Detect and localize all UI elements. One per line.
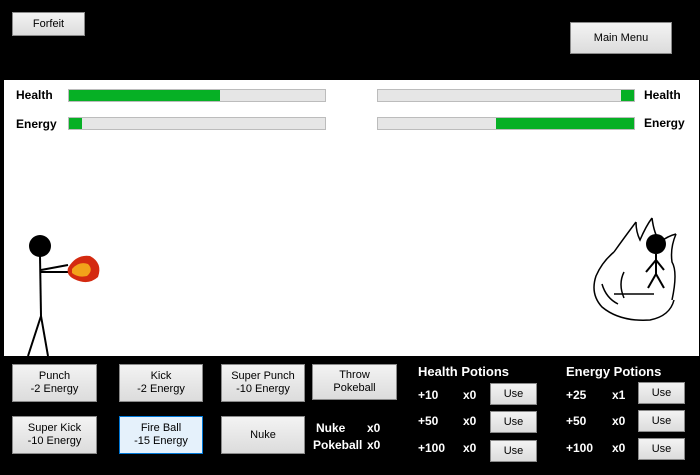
player-energy-bar <box>68 117 326 130</box>
energy-potion-count: x1 <box>612 388 626 402</box>
player-health-bar <box>68 89 326 102</box>
enemy-stick-figure <box>593 217 677 321</box>
health-potions-title: Health Potions <box>418 364 510 379</box>
energy-potion-use-button[interactable]: Use <box>638 382 685 404</box>
health-potion-count: x0 <box>463 414 477 428</box>
health-potion-amount: +100 <box>418 441 446 455</box>
health-potion-amount: +10 <box>418 388 439 402</box>
energy-potion-count: x0 <box>612 414 626 428</box>
health-potion-use-button[interactable]: Use <box>490 383 537 405</box>
energy-potion-amount: +50 <box>566 414 587 428</box>
punch-button[interactable]: Punch -2 Energy <box>12 364 97 402</box>
energy-potion-use-button[interactable]: Use <box>638 438 685 460</box>
player-stick-figure <box>27 235 100 356</box>
enemy-health-bar <box>377 89 635 102</box>
health-potion-count: x0 <box>463 441 477 455</box>
energy-potion-amount: +25 <box>566 388 587 402</box>
battle-arena: Health Energy Health Energy <box>4 80 699 356</box>
health-potion-use-button[interactable]: Use <box>490 440 537 462</box>
player-health-fill <box>69 90 221 101</box>
enemy-energy-fill <box>495 118 634 129</box>
pokeball-inventory-count: x0 <box>367 438 381 452</box>
enemy-energy-bar <box>377 117 635 130</box>
energy-potion-amount: +100 <box>566 441 594 455</box>
nuke-inventory-label: Nuke <box>316 421 346 435</box>
nuke-button[interactable]: Nuke <box>221 416 305 454</box>
energy-potion-count: x0 <box>612 441 626 455</box>
health-potion-amount: +50 <box>418 414 439 428</box>
enemy-health-fill <box>621 90 634 101</box>
throw-pokeball-button[interactable]: Throw Pokeball <box>312 364 397 400</box>
enemy-health-label: Health <box>644 88 681 102</box>
energy-potions-title: Energy Potions <box>566 364 662 379</box>
nuke-inventory-count: x0 <box>367 421 381 435</box>
player-health-label: Health <box>16 88 53 102</box>
super-kick-button[interactable]: Super Kick -10 Energy <box>12 416 97 454</box>
fireball-icon <box>67 255 100 283</box>
player-energy-label: Energy <box>16 117 57 131</box>
super-punch-button[interactable]: Super Punch -10 Energy <box>221 364 305 402</box>
energy-potion-use-button[interactable]: Use <box>638 410 685 432</box>
fire-ball-button[interactable]: Fire Ball -15 Energy <box>119 416 203 454</box>
kick-button[interactable]: Kick -2 Energy <box>119 364 203 402</box>
pokeball-inventory-label: Pokeball <box>313 438 363 452</box>
main-menu-button[interactable]: Main Menu <box>570 22 672 54</box>
forfeit-button[interactable]: Forfeit <box>12 12 85 36</box>
health-potion-count: x0 <box>463 388 477 402</box>
player-energy-fill <box>69 118 82 129</box>
health-potion-use-button[interactable]: Use <box>490 411 537 433</box>
enemy-energy-label: Energy <box>644 116 685 130</box>
